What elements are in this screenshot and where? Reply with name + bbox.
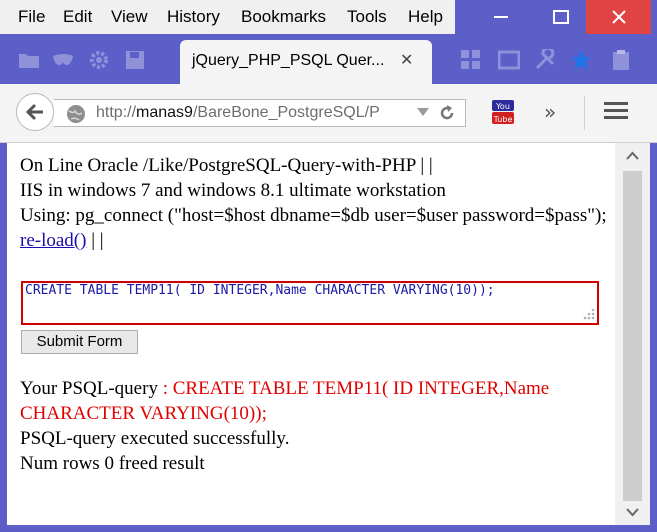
submit-form-button[interactable]: Submit Form	[21, 330, 138, 354]
query-echo: Your PSQL-query : CREATE TABLE TEMP11( I…	[20, 376, 610, 426]
reload-line: re-load() | |	[20, 228, 610, 253]
query-status: PSQL-query executed successfully.	[20, 428, 290, 449]
youtube-extension-icon[interactable]: You Tube	[490, 98, 516, 126]
save-icon[interactable]	[124, 49, 146, 71]
page-line-connect: Using: pg_connect ("host=$host dbname=$d…	[20, 205, 607, 226]
menu-history[interactable]: History	[167, 7, 220, 27]
nav-divider	[584, 96, 585, 130]
tab-active[interactable]: jQuery_PHP_PSQL Quer... ✕	[180, 40, 432, 84]
page-line-title: On Line Oracle /Like/PostgreSQL-Query-wi…	[20, 155, 433, 176]
url-host: manas9	[136, 104, 193, 121]
star-icon[interactable]	[570, 49, 592, 71]
menu-view[interactable]: View	[111, 7, 148, 27]
vertical-scrollbar[interactable]	[615, 143, 650, 525]
reload-icon[interactable]	[438, 104, 456, 122]
page-line-platform: IIS in windows 7 and windows 8.1 ultimat…	[20, 180, 446, 201]
query-rows: Num rows 0 freed result	[20, 453, 205, 474]
menu-bookmarks[interactable]: Bookmarks	[241, 7, 326, 27]
query-label: Your PSQL-query	[20, 378, 158, 399]
page-header-text: On Line Oracle /Like/PostgreSQL-Query-wi…	[20, 153, 610, 253]
close-icon	[611, 10, 626, 24]
scroll-down-icon[interactable]	[615, 499, 650, 525]
reload-link[interactable]: re-load()	[20, 230, 86, 251]
minimize-icon	[494, 16, 508, 18]
reload-separator: | |	[86, 230, 104, 251]
maximize-button[interactable]	[538, 0, 584, 34]
page-content: On Line Oracle /Like/PostgreSQL-Query-wi…	[7, 143, 650, 525]
back-arrow-icon	[25, 103, 43, 121]
menu-file[interactable]: File	[18, 7, 45, 27]
query-result: Your PSQL-query : CREATE TABLE TEMP11( I…	[20, 376, 610, 476]
menu-bar: File Edit View History Bookmarks Tools H…	[0, 0, 455, 34]
menu-tools[interactable]: Tools	[347, 7, 387, 27]
minimize-button[interactable]	[478, 0, 524, 34]
menu-help[interactable]: Help	[408, 7, 443, 27]
sql-query-text: CREATE TABLE TEMP11( ID INTEGER,Name CHA…	[25, 283, 495, 298]
menu-edit[interactable]: Edit	[63, 7, 92, 27]
close-window-button[interactable]	[586, 0, 651, 34]
tab-close-icon[interactable]: ✕	[400, 50, 413, 69]
gear-icon[interactable]	[88, 49, 110, 71]
globe-icon	[67, 105, 85, 123]
svg-text:You: You	[495, 102, 510, 111]
url-text: http://manas9/BareBone_PostgreSQL/P	[96, 104, 408, 122]
address-bar[interactable]: http://manas9/BareBone_PostgreSQL/P	[54, 99, 466, 127]
navigation-bar: http://manas9/BareBone_PostgreSQL/P You T…	[0, 84, 657, 143]
scrollbar-thumb[interactable]	[623, 171, 642, 501]
url-path: /BareBone_PostgreSQL/P	[192, 104, 380, 121]
resize-grip-icon[interactable]	[581, 307, 595, 321]
sql-query-textarea[interactable]: CREATE TABLE TEMP11( ID INTEGER,Name CHA…	[21, 281, 599, 325]
back-button[interactable]	[16, 93, 54, 131]
tab-title: jQuery_PHP_PSQL Quer...	[192, 52, 385, 69]
overflow-chevron-icon[interactable]: »	[544, 100, 556, 124]
clipboard-icon[interactable]	[610, 49, 632, 71]
window-icon[interactable]	[498, 49, 520, 71]
wrench-icon[interactable]	[534, 49, 556, 71]
dropdown-arrow-icon[interactable]	[416, 106, 430, 118]
scroll-up-icon[interactable]	[615, 143, 650, 169]
svg-text:Tube: Tube	[493, 115, 513, 124]
hamburger-menu-icon[interactable]	[604, 102, 628, 123]
grid-icon[interactable]	[460, 49, 482, 71]
maximize-icon	[553, 10, 569, 24]
folder-icon[interactable]	[18, 49, 40, 71]
mask-icon[interactable]	[52, 49, 74, 71]
url-prefix: http://	[96, 104, 137, 121]
